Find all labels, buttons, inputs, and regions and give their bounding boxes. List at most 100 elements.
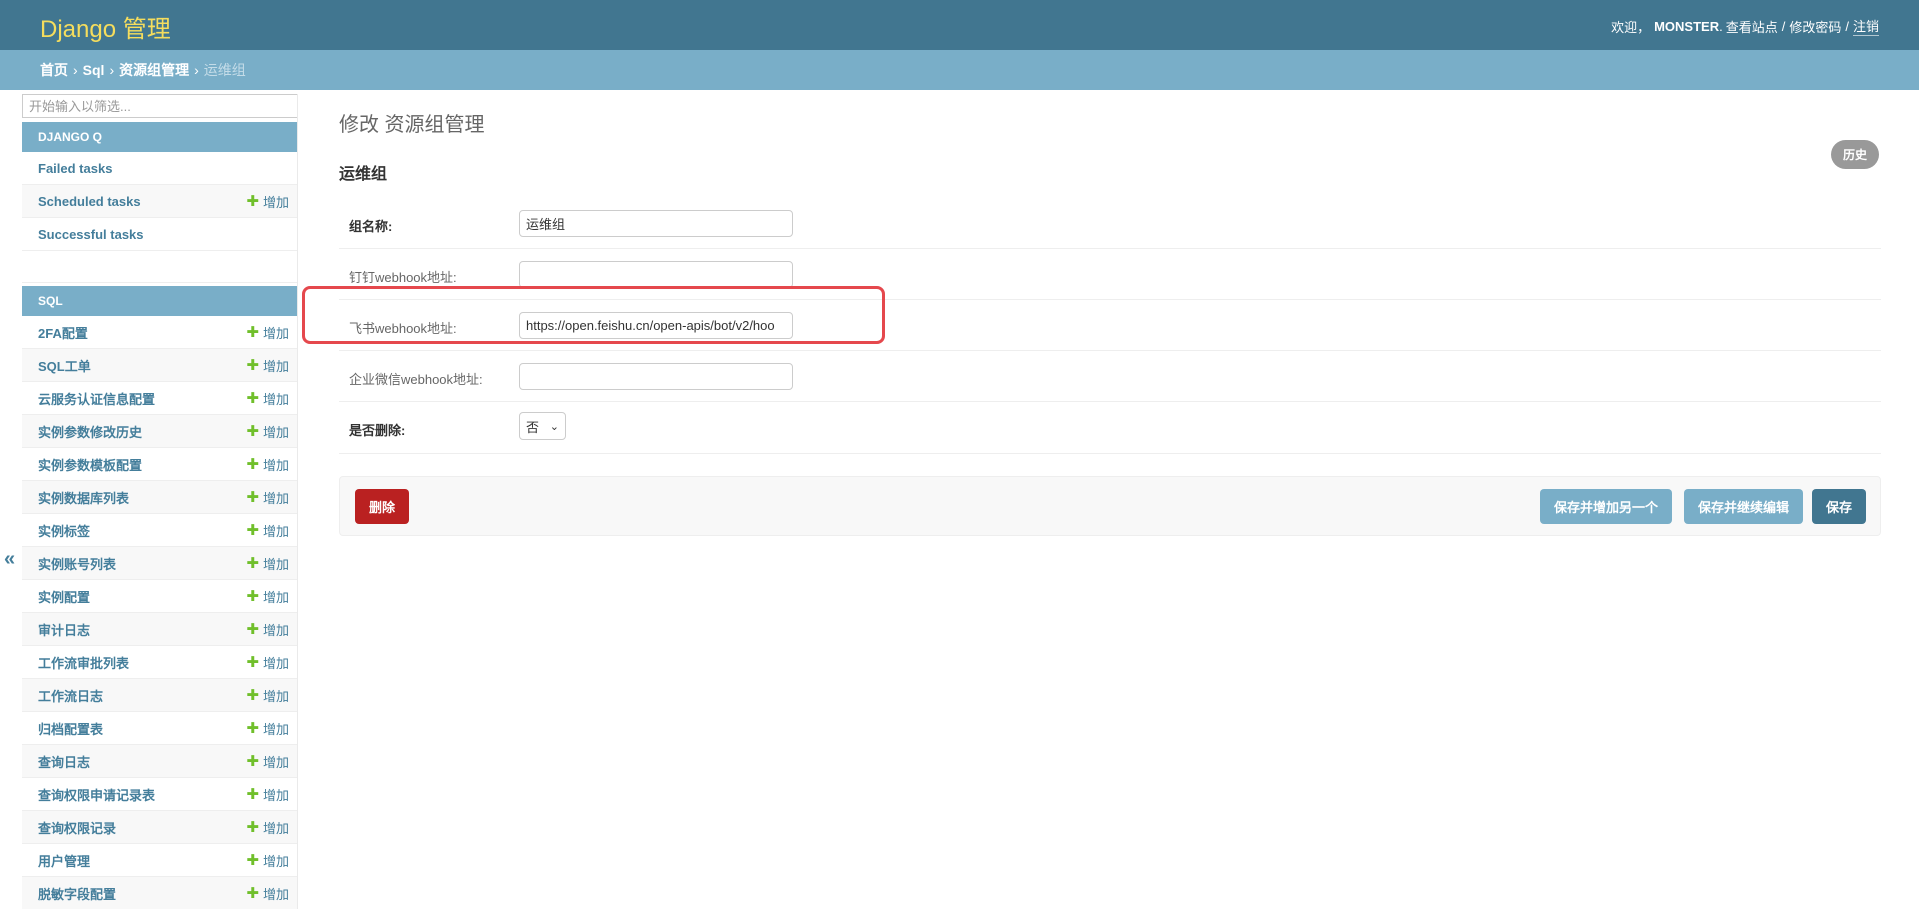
add-link[interactable]: ✚ 增加 bbox=[246, 422, 289, 441]
add-link[interactable]: ✚ 增加 bbox=[246, 554, 289, 573]
add-link[interactable]: ✚ 增加 bbox=[246, 851, 289, 870]
model-link[interactable]: 2FA配置 bbox=[38, 323, 88, 342]
plus-icon: ✚ bbox=[246, 884, 259, 902]
sidebar-toggle-button[interactable]: « bbox=[4, 548, 15, 571]
add-link[interactable]: ✚ 增加 bbox=[246, 521, 289, 540]
separator: / bbox=[1845, 18, 1849, 34]
breadcrumb-arrow: › bbox=[194, 62, 199, 78]
plus-icon: ✚ bbox=[246, 653, 259, 671]
save-add-another-button[interactable]: 保存并增加另一个 bbox=[1539, 489, 1672, 524]
username: MONSTER bbox=[1654, 18, 1720, 34]
sidebar-spacer bbox=[22, 251, 297, 283]
add-link[interactable]: ✚ 增加 bbox=[246, 356, 289, 375]
ding-webhook-field[interactable] bbox=[519, 261, 793, 288]
breadcrumb-model[interactable]: 资源组管理 bbox=[119, 60, 189, 80]
change-password-link[interactable]: 修改密码 bbox=[1789, 17, 1841, 36]
sidebar-item: 查询权限申请记录表 ✚ 增加 bbox=[22, 778, 297, 811]
add-link[interactable]: ✚ 增加 bbox=[246, 620, 289, 639]
model-link[interactable]: 脱敏字段配置 bbox=[38, 884, 116, 903]
nav-sidebar: DJANGO Q Failed tasks Scheduled tasks ✚增… bbox=[22, 94, 298, 909]
plus-icon: ✚ bbox=[246, 785, 259, 803]
model-link[interactable]: 工作流日志 bbox=[38, 686, 103, 705]
app-caption-sql[interactable]: SQL bbox=[22, 286, 297, 316]
add-link[interactable]: ✚ 增加 bbox=[246, 686, 289, 705]
add-link[interactable]: ✚ 增加 bbox=[246, 488, 289, 507]
plus-icon: ✚ bbox=[246, 851, 259, 869]
delete-button[interactable]: 删除 bbox=[355, 489, 410, 524]
group-name-label: 组名称: bbox=[349, 219, 393, 234]
form-row-ding-webhook: 钉钉webhook地址: bbox=[339, 249, 1881, 300]
breadcrumb-home[interactable]: 首页 bbox=[40, 60, 68, 80]
breadcrumb-current: 运维组 bbox=[203, 62, 246, 78]
plus-icon: ✚ bbox=[246, 521, 259, 539]
model-link[interactable]: 云服务认证信息配置 bbox=[38, 389, 155, 408]
model-link[interactable]: 工作流审批列表 bbox=[38, 653, 129, 672]
add-link[interactable]: ✚ 增加 bbox=[246, 192, 289, 211]
plus-icon: ✚ bbox=[246, 554, 259, 572]
sidebar-item: SQL工单 ✚ 增加 bbox=[22, 349, 297, 382]
add-link[interactable]: ✚ 增加 bbox=[246, 785, 289, 804]
app-caption-django-q[interactable]: DJANGO Q bbox=[22, 122, 297, 152]
user-tools: 欢迎， MONSTER . 查看站点 / 修改密码 / 注销 bbox=[1611, 16, 1879, 36]
add-label: 增加 bbox=[262, 655, 289, 671]
model-link[interactable]: 审计日志 bbox=[38, 620, 90, 639]
sidebar-item: 查询日志 ✚ 增加 bbox=[22, 745, 297, 778]
model-link[interactable]: 归档配置表 bbox=[38, 719, 103, 738]
model-list-django-q: Failed tasks Scheduled tasks ✚ 增加 Success… bbox=[22, 152, 297, 251]
add-label: 增加 bbox=[262, 358, 289, 374]
add-link[interactable]: ✚ 增加 bbox=[246, 389, 289, 408]
add-link[interactable]: ✚ 增加 bbox=[246, 323, 289, 342]
model-link[interactable]: Failed tasks bbox=[38, 161, 112, 176]
qywx-webhook-field[interactable] bbox=[519, 363, 793, 390]
sidebar-item: 2FA配置 ✚ 增加 bbox=[22, 316, 297, 349]
model-link[interactable]: 用户管理 bbox=[38, 851, 90, 870]
model-link[interactable]: 实例参数模板配置 bbox=[38, 455, 142, 474]
history-button[interactable]: 历史 bbox=[1830, 140, 1879, 169]
site-brand[interactable]: Django 管理 bbox=[40, 9, 171, 44]
sidebar-item: 实例账号列表 ✚ 增加 bbox=[22, 547, 297, 580]
sidebar-item-failed-tasks: Failed tasks bbox=[22, 152, 297, 185]
form-row-is-deleted: 是否删除: 否 ⌄ bbox=[339, 402, 1881, 454]
model-link[interactable]: 实例配置 bbox=[38, 587, 90, 606]
breadcrumb-app[interactable]: Sql bbox=[83, 62, 105, 78]
add-label: 增加 bbox=[262, 622, 289, 638]
view-site-link[interactable]: 查看站点 bbox=[1726, 17, 1778, 36]
sidebar-item: 实例参数模板配置 ✚ 增加 bbox=[22, 448, 297, 481]
model-link[interactable]: 查询日志 bbox=[38, 752, 90, 771]
model-link[interactable]: Scheduled tasks bbox=[38, 194, 141, 209]
model-link[interactable]: 查询权限记录 bbox=[38, 818, 116, 837]
form-row-group-name: 组名称: bbox=[339, 198, 1881, 249]
model-link[interactable]: 实例账号列表 bbox=[38, 554, 116, 573]
model-link[interactable]: 查询权限申请记录表 bbox=[38, 785, 155, 804]
add-link[interactable]: ✚ 增加 bbox=[246, 653, 289, 672]
add-label: 增加 bbox=[262, 556, 289, 572]
model-link[interactable]: 实例参数修改历史 bbox=[38, 422, 142, 441]
nav-filter-input[interactable] bbox=[22, 94, 297, 118]
plus-icon: ✚ bbox=[246, 192, 259, 210]
feishu-webhook-field[interactable] bbox=[519, 312, 793, 339]
add-link[interactable]: ✚ 增加 bbox=[246, 455, 289, 474]
add-link[interactable]: ✚ 增加 bbox=[246, 719, 289, 738]
is-deleted-select[interactable]: 否 ⌄ bbox=[519, 412, 566, 440]
plus-icon: ✚ bbox=[246, 620, 259, 638]
plus-icon: ✚ bbox=[246, 323, 259, 341]
model-link[interactable]: Successful tasks bbox=[38, 227, 144, 242]
add-link[interactable]: ✚ 增加 bbox=[246, 752, 289, 771]
model-link[interactable]: 实例标签 bbox=[38, 521, 90, 540]
sidebar-item-scheduled-tasks: Scheduled tasks ✚ 增加 bbox=[22, 185, 297, 218]
add-label: 增加 bbox=[262, 391, 289, 407]
group-name-field[interactable] bbox=[519, 210, 793, 237]
save-button[interactable]: 保存 bbox=[1811, 489, 1866, 524]
qywx-webhook-label: 企业微信webhook地址: bbox=[349, 372, 483, 387]
add-link[interactable]: ✚ 增加 bbox=[246, 884, 289, 903]
model-link[interactable]: 实例数据库列表 bbox=[38, 488, 129, 507]
is-deleted-value: 否 bbox=[526, 419, 540, 435]
model-link[interactable]: SQL工单 bbox=[38, 356, 91, 375]
add-link[interactable]: ✚ 增加 bbox=[246, 587, 289, 606]
logout-link[interactable]: 注销 bbox=[1852, 16, 1879, 36]
add-label: 增加 bbox=[262, 886, 289, 902]
sidebar-item: 实例参数修改历史 ✚ 增加 bbox=[22, 415, 297, 448]
save-continue-button[interactable]: 保存并继续编辑 bbox=[1683, 489, 1803, 524]
sidebar-item: 实例数据库列表 ✚ 增加 bbox=[22, 481, 297, 514]
add-link[interactable]: ✚ 增加 bbox=[246, 818, 289, 837]
